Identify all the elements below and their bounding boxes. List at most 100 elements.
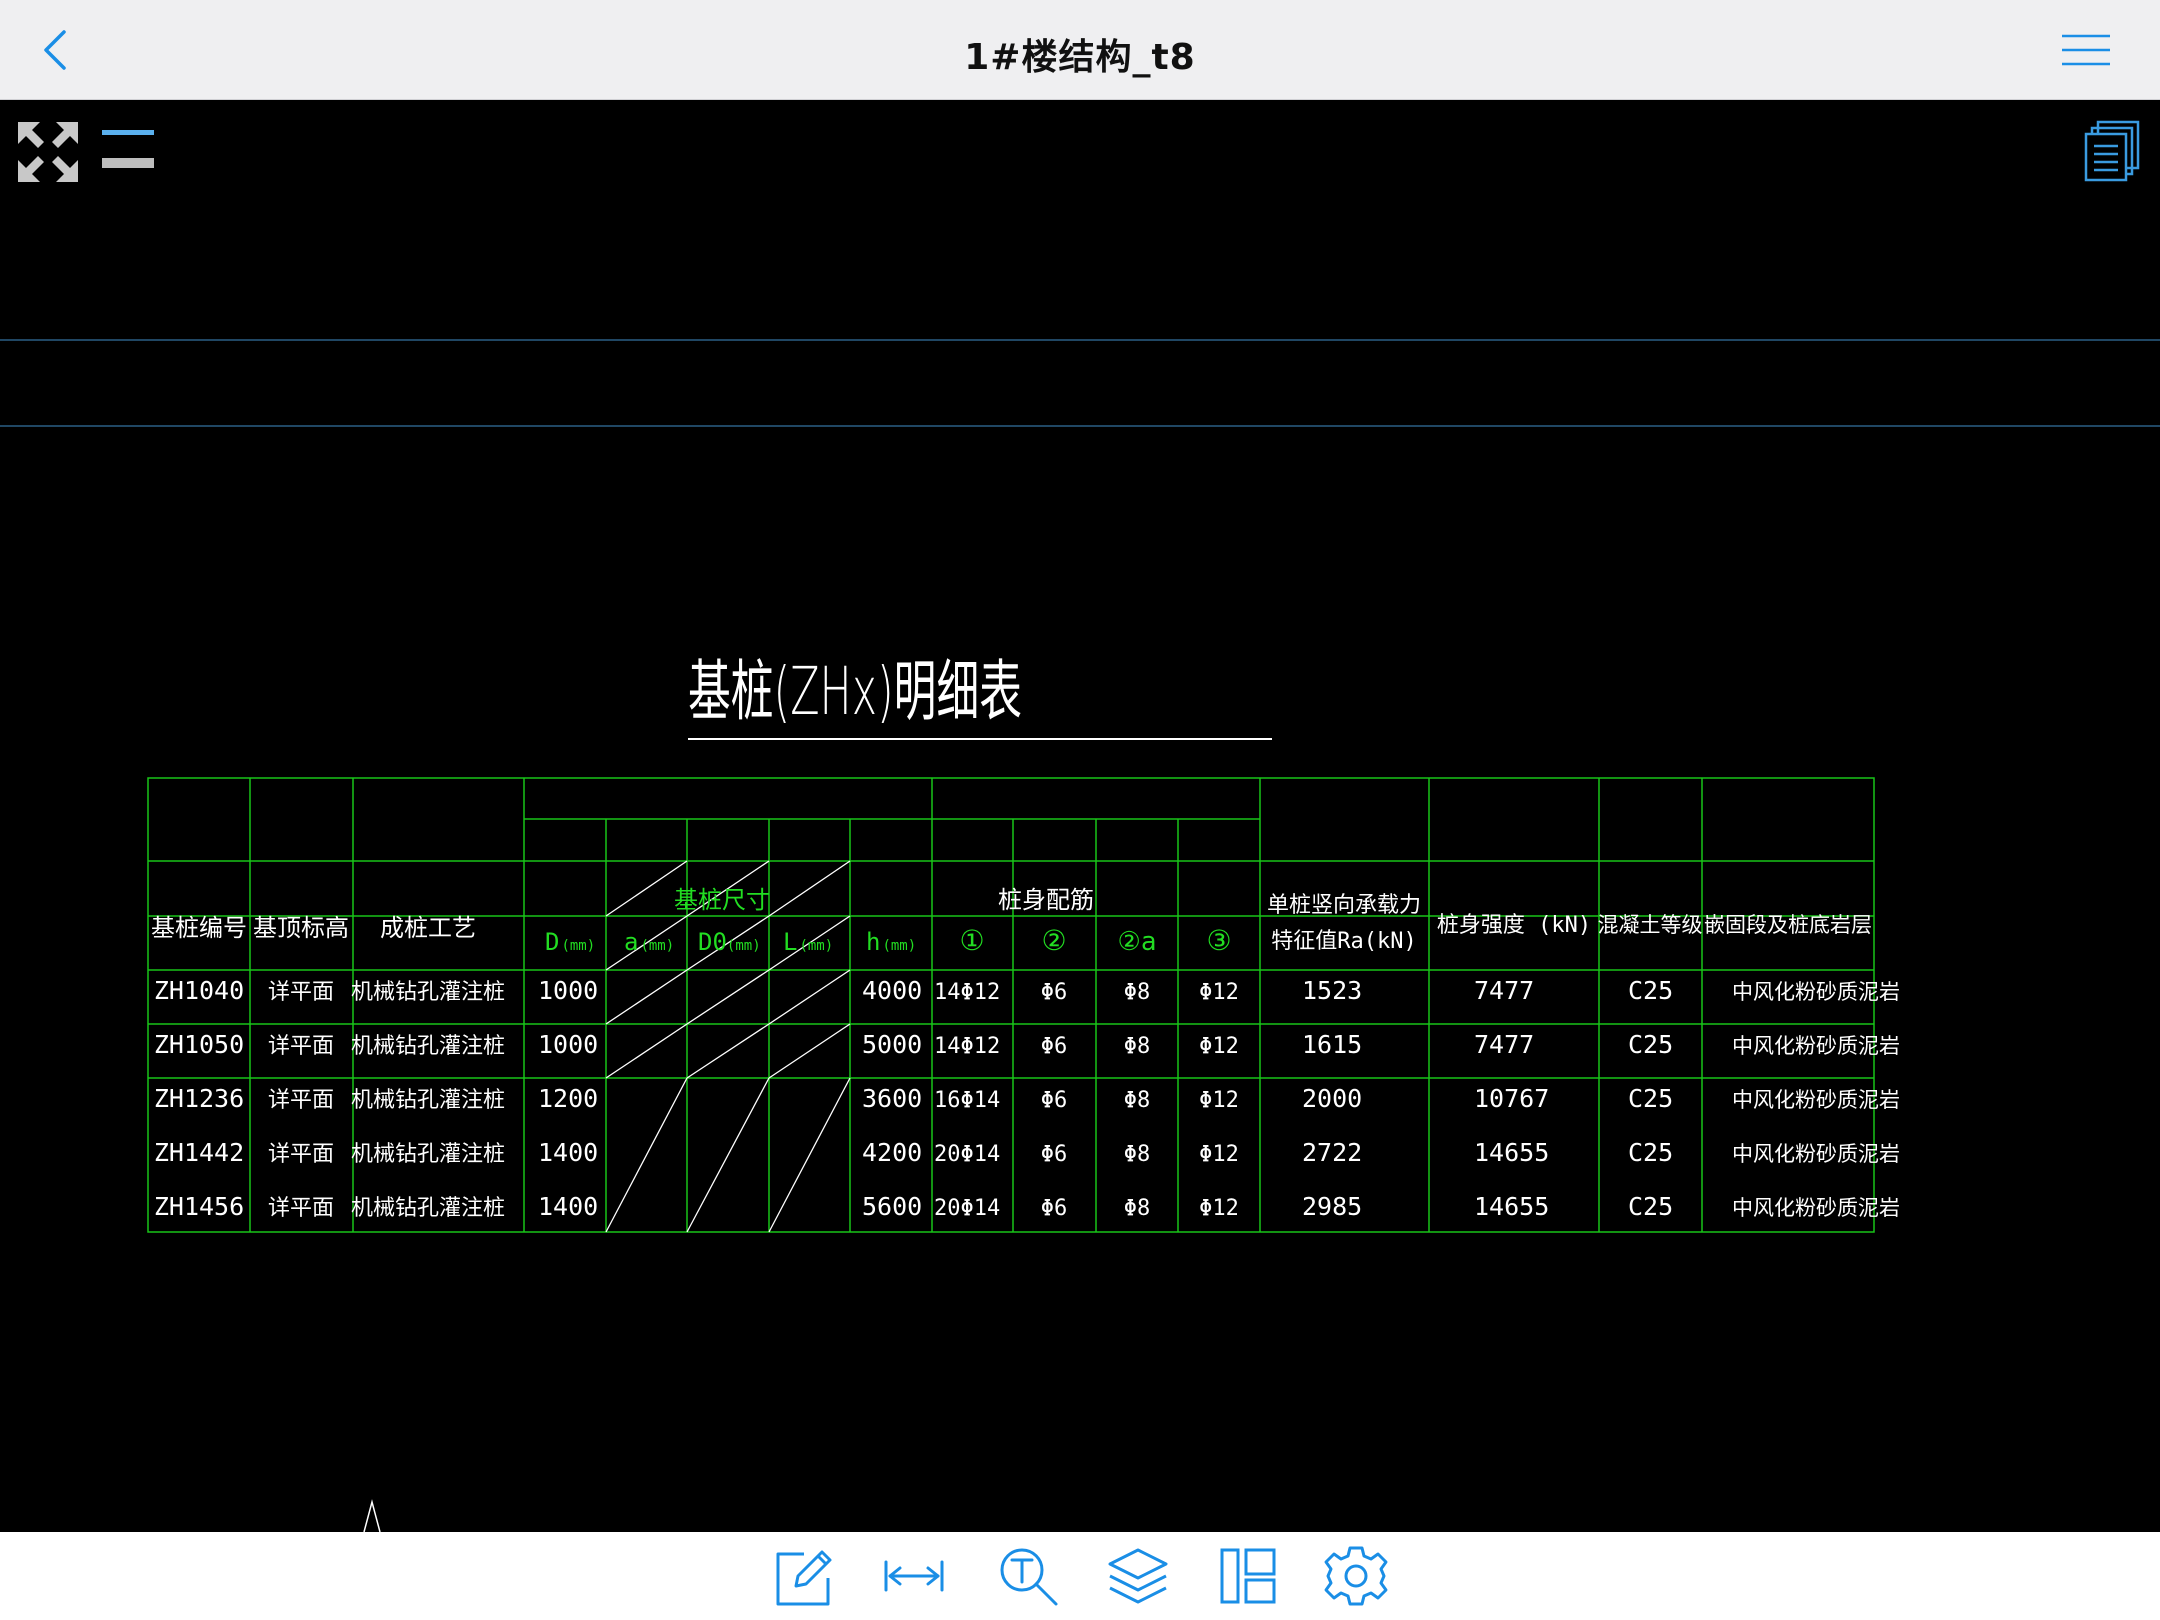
- cad-drawing: 基桩(ZHx)明细表 基桩编号 基顶标高 成桩工艺 基桩尺寸 桩身配筋 单桩竖向…: [0, 339, 2160, 1532]
- cell-rebar-2: Φ6: [1041, 980, 1068, 1005]
- cell-h: 3600: [862, 1084, 922, 1113]
- subheader-rebar-2a: ②a: [1118, 927, 1157, 957]
- text-search-icon: [1000, 1548, 1058, 1606]
- drawing-canvas[interactable]: 基桩(ZHx)明细表 基桩编号 基顶标高 成桩工艺 基桩尺寸 桩身配筋 单桩竖向…: [0, 100, 2160, 1532]
- table-row: ZH1050 详平面 机械钻孔灌注桩 1000 5000 14Φ12 Φ6 Φ8…: [154, 1030, 1900, 1059]
- cell-method: 机械钻孔灌注桩: [351, 1196, 505, 1221]
- text-search-button[interactable]: [996, 1544, 1060, 1608]
- cell-strength: 14655: [1474, 1192, 1549, 1221]
- cell-top-elev: 详平面: [268, 1034, 334, 1059]
- cell-top-elev: 详平面: [268, 1196, 334, 1221]
- cell-rebar-2: Φ6: [1041, 1088, 1068, 1113]
- cell-strength: 10767: [1474, 1084, 1549, 1113]
- measure-distance-icon: [884, 1560, 944, 1592]
- cell-stratum: 中风化粉砂质泥岩: [1732, 1088, 1900, 1112]
- header-size-group: 基桩尺寸: [674, 886, 770, 914]
- cell-rebar-3: Φ12: [1199, 1034, 1239, 1059]
- subheader-rebar-2: ②: [1041, 924, 1066, 957]
- cell-D: 1200: [538, 1084, 598, 1113]
- document-title: 1#楼结构_t8: [964, 37, 1196, 78]
- cell-rebar-1: 20Φ14: [934, 1142, 1000, 1167]
- cell-rebar-2a: Φ8: [1124, 1034, 1151, 1059]
- header-rebar-group: 桩身配筋: [998, 886, 1094, 914]
- layout-button[interactable]: [1216, 1544, 1280, 1608]
- cell-concrete: C25: [1628, 1192, 1673, 1221]
- cell-ra: 1523: [1302, 976, 1362, 1005]
- cell-method: 机械钻孔灌注桩: [351, 1088, 505, 1113]
- header-concrete: 混凝土等级: [1598, 913, 1703, 937]
- subheader-D0: D0(mm): [698, 928, 761, 956]
- settings-gear-icon: [1324, 1546, 1388, 1606]
- cell-top-elev: 详平面: [268, 1088, 334, 1113]
- cell-pile-id: ZH1040: [154, 976, 244, 1005]
- cell-rebar-2: Φ6: [1041, 1196, 1068, 1221]
- cell-rebar-2: Φ6: [1041, 1142, 1068, 1167]
- cell-top-elev: 详平面: [268, 980, 334, 1005]
- menu-button[interactable]: [2058, 30, 2114, 70]
- cell-ra: 2000: [1302, 1084, 1362, 1113]
- cell-concrete: C25: [1628, 976, 1673, 1005]
- cell-top-elev: 详平面: [268, 1142, 334, 1167]
- bottom-toolbar: [0, 1532, 2160, 1620]
- cell-method: 机械钻孔灌注桩: [351, 980, 505, 1005]
- cell-strength: 14655: [1474, 1138, 1549, 1167]
- cell-strength: 7477: [1474, 976, 1534, 1005]
- hamburger-menu-icon: [2062, 34, 2110, 66]
- cell-rebar-3: Φ12: [1199, 980, 1239, 1005]
- cell-concrete: C25: [1628, 1030, 1673, 1059]
- cell-rebar-2a: Φ8: [1124, 1196, 1151, 1221]
- cell-rebar-3: Φ12: [1199, 1142, 1239, 1167]
- cell-rebar-2a: Φ8: [1124, 1088, 1151, 1113]
- cell-strength: 7477: [1474, 1030, 1534, 1059]
- table-title: 基桩(ZHx)明细表: [688, 653, 1022, 730]
- cell-h: 5000: [862, 1030, 922, 1059]
- subheader-a: a (mm): [624, 928, 674, 956]
- layout-icon: [1220, 1548, 1276, 1604]
- cell-rebar-3: Φ12: [1199, 1088, 1239, 1113]
- header-capacity-line1: 单桩竖向承载力: [1267, 893, 1421, 918]
- cell-concrete: C25: [1628, 1138, 1673, 1167]
- cell-D: 1000: [538, 976, 598, 1005]
- cell-rebar-2: Φ6: [1041, 1034, 1068, 1059]
- cell-D: 1400: [538, 1138, 598, 1167]
- table-row: ZH1456 详平面 机械钻孔灌注桩 1400 5600 20Φ14 Φ6 Φ8…: [154, 1192, 1900, 1221]
- settings-button[interactable]: [1324, 1544, 1388, 1608]
- cell-ra: 1615: [1302, 1030, 1362, 1059]
- subheader-rebar-3: ③: [1206, 924, 1231, 957]
- cell-pile-id: ZH1456: [154, 1192, 244, 1221]
- header-top-elev: 基顶标高: [253, 914, 349, 942]
- cell-h: 4000: [862, 976, 922, 1005]
- cell-stratum: 中风化粉砂质泥岩: [1732, 1142, 1900, 1166]
- header-method: 成桩工艺: [380, 914, 476, 942]
- edit-pencil-icon: [776, 1550, 832, 1606]
- subheader-h: h (mm): [866, 928, 916, 956]
- subheader-rebar-1: ①: [959, 924, 984, 957]
- cell-rebar-1: 16Φ14: [934, 1088, 1000, 1113]
- cell-h: 5600: [862, 1192, 922, 1221]
- cell-D: 1000: [538, 1030, 598, 1059]
- cell-rebar-1: 20Φ14: [934, 1196, 1000, 1221]
- cell-method: 机械钻孔灌注桩: [351, 1034, 505, 1059]
- top-navigation-bar: 1#楼结构_t8: [0, 0, 2160, 100]
- cell-ra: 2722: [1302, 1138, 1362, 1167]
- table-row: ZH1236 详平面 机械钻孔灌注桩 1200 3600 16Φ14 Φ6 Φ8…: [154, 1084, 1900, 1113]
- cell-rebar-2a: Φ8: [1124, 1142, 1151, 1167]
- cell-pile-id: ZH1050: [154, 1030, 244, 1059]
- cell-rebar-3: Φ12: [1199, 1196, 1239, 1221]
- cell-D: 1400: [538, 1192, 598, 1221]
- header-stratum: 嵌固段及桩底岩层: [1704, 913, 1872, 937]
- table-row: ZH1442 详平面 机械钻孔灌注桩 1400 4200 20Φ14 Φ6 Φ8…: [154, 1138, 1900, 1167]
- cell-stratum: 中风化粉砂质泥岩: [1732, 980, 1900, 1004]
- header-strength: 桩身强度 (kN): [1437, 913, 1591, 938]
- cell-method: 机械钻孔灌注桩: [351, 1142, 505, 1167]
- cell-concrete: C25: [1628, 1084, 1673, 1113]
- partial-drawing-mark: [363, 1499, 381, 1532]
- edit-button[interactable]: [772, 1544, 836, 1608]
- subheader-D: D (mm): [545, 928, 595, 956]
- layers-button[interactable]: [1106, 1544, 1170, 1608]
- cell-rebar-2a: Φ8: [1124, 980, 1151, 1005]
- cell-ra: 2985: [1302, 1192, 1362, 1221]
- cell-stratum: 中风化粉砂质泥岩: [1732, 1196, 1900, 1220]
- measure-button[interactable]: [882, 1544, 946, 1608]
- layers-icon: [1108, 1548, 1168, 1604]
